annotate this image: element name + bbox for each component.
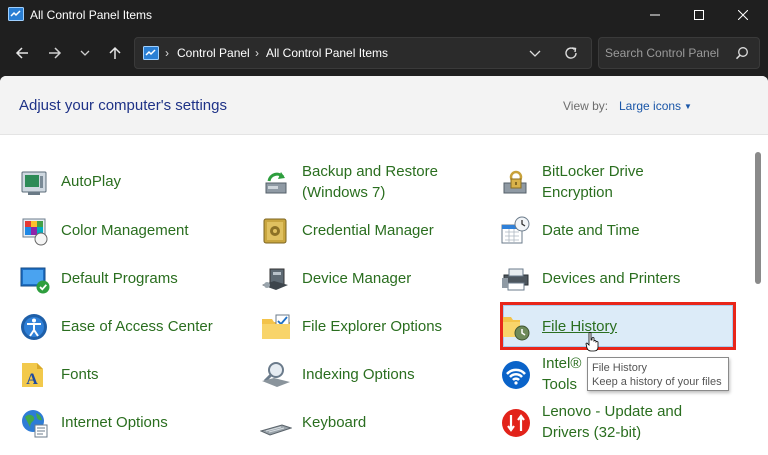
item-label: Encryption [542, 184, 613, 201]
annotation-highlight-box [500, 302, 736, 350]
keyboard-icon [260, 424, 292, 436]
item-credential-manager[interactable]: Credential Manager [260, 212, 460, 252]
forward-button[interactable] [42, 40, 68, 66]
item-label: Backup and Restore [302, 163, 438, 180]
up-button[interactable] [102, 40, 128, 66]
indexing-options-icon [262, 362, 290, 387]
item-label: Credential Manager [302, 222, 434, 239]
control-panel-icon [8, 7, 24, 21]
close-button[interactable] [720, 0, 766, 30]
item-label: Devices and Printers [542, 270, 681, 287]
item-label: AutoPlay [61, 173, 122, 190]
autoplay-icon [21, 171, 47, 195]
vertical-scrollbar[interactable] [752, 136, 764, 455]
navigation-bar: › Control Panel › All Control Panel Item… [0, 30, 768, 76]
tooltip: File History Keep a history of your file… [587, 357, 729, 391]
search-box[interactable] [598, 37, 760, 69]
item-label: Ease of Access Center [61, 318, 213, 335]
page-title: Adjust your computer's settings [19, 97, 227, 114]
arrow-up-icon [109, 46, 121, 59]
item-fonts[interactable]: A Fonts [19, 356, 219, 396]
arrow-right-icon [49, 47, 62, 59]
item-device-manager[interactable]: Device Manager [260, 260, 460, 300]
content-header: Adjust your computer's settings View by:… [0, 76, 768, 135]
tooltip-title: File History [592, 362, 648, 374]
minimize-button[interactable] [632, 0, 678, 30]
maximize-button[interactable] [676, 0, 722, 30]
minimize-icon [650, 14, 660, 16]
default-programs-icon [20, 267, 50, 294]
item-keyboard[interactable]: Keyboard [260, 404, 460, 444]
address-bar[interactable]: › Control Panel › All Control Panel Item… [134, 37, 592, 69]
refresh-icon[interactable] [563, 45, 579, 61]
view-by-dropdown[interactable]: Large icons ▼ [619, 99, 692, 113]
breadcrumb-all-items[interactable]: All Control Panel Items [266, 46, 388, 60]
item-devices-printers[interactable]: Devices and Printers [500, 260, 720, 300]
item-label: Device Manager [302, 270, 412, 287]
item-label: Date and Time [542, 222, 640, 239]
close-icon [738, 10, 748, 20]
color-management-icon [22, 218, 48, 246]
ease-of-access-icon [21, 314, 47, 340]
item-label: Tools [542, 376, 578, 393]
item-label: Lenovo - Update and [542, 403, 683, 420]
item-bitlocker[interactable]: BitLocker Drive Encryption [500, 163, 720, 204]
item-label: Keyboard [302, 414, 367, 431]
window-title: All Control Panel Items [30, 8, 153, 22]
vault-icon [263, 218, 287, 244]
item-internet-options[interactable]: Internet Options [19, 404, 219, 444]
hand-cursor-icon [585, 332, 599, 352]
bitlocker-icon [503, 170, 527, 194]
item-autoplay[interactable]: AutoPlay [19, 164, 219, 204]
item-label: (Windows 7) [302, 184, 386, 201]
item-ease-of-access[interactable]: Ease of Access Center [19, 308, 239, 348]
device-manager-icon [262, 268, 288, 290]
view-by-value: Large icons [619, 99, 682, 113]
folder-options-icon [262, 314, 290, 339]
content-pane: Adjust your computer's settings View by:… [0, 76, 768, 455]
svg-text:A: A [26, 371, 38, 388]
search-input[interactable] [605, 44, 731, 62]
item-file-explorer-options[interactable]: File Explorer Options [260, 308, 470, 348]
item-label: Intel® [542, 355, 582, 372]
chevron-down-icon[interactable] [529, 46, 541, 60]
breadcrumb-separator-icon: › [255, 46, 259, 60]
item-label: BitLocker Drive [542, 163, 644, 180]
search-icon[interactable] [735, 46, 749, 60]
chevron-down-icon [80, 50, 90, 56]
intel-wifi-icon [502, 361, 530, 389]
item-label: File Explorer Options [302, 318, 443, 335]
back-button[interactable] [9, 40, 35, 66]
calendar-clock-icon [501, 216, 530, 244]
scrollbar-thumb[interactable] [755, 152, 761, 284]
item-backup-restore[interactable]: Backup and Restore (Windows 7) [260, 163, 460, 204]
control-panel-icon [143, 46, 159, 60]
tooltip-description: Keep a history of your files [592, 376, 722, 388]
item-label: Fonts [61, 366, 99, 383]
fonts-icon: A [22, 363, 43, 388]
lenovo-update-icon [502, 409, 530, 437]
globe-icon [22, 410, 48, 438]
item-default-programs[interactable]: Default Programs [19, 260, 219, 300]
backup-restore-icon [265, 172, 287, 194]
breadcrumb-control-panel[interactable]: Control Panel [177, 46, 250, 60]
item-date-time[interactable]: Date and Time [500, 212, 700, 252]
arrow-left-icon [15, 47, 28, 59]
recent-locations-button[interactable] [72, 40, 98, 66]
item-label: Color Management [61, 222, 189, 239]
printer-icon [502, 268, 529, 291]
item-label: Internet Options [61, 414, 168, 431]
maximize-icon [694, 10, 704, 20]
view-by-label: View by: [563, 99, 609, 113]
title-bar: All Control Panel Items [0, 0, 768, 30]
item-indexing-options[interactable]: Indexing Options [260, 356, 460, 396]
item-lenovo-update[interactable]: Lenovo - Update and Drivers (32-bit) [500, 403, 720, 444]
item-label: Indexing Options [302, 366, 415, 383]
item-label: Default Programs [61, 270, 178, 287]
item-label: Drivers (32-bit) [542, 424, 642, 441]
breadcrumb-separator-icon: › [165, 46, 169, 60]
caret-down-icon: ▼ [684, 102, 692, 111]
item-color-management[interactable]: Color Management [19, 212, 219, 252]
